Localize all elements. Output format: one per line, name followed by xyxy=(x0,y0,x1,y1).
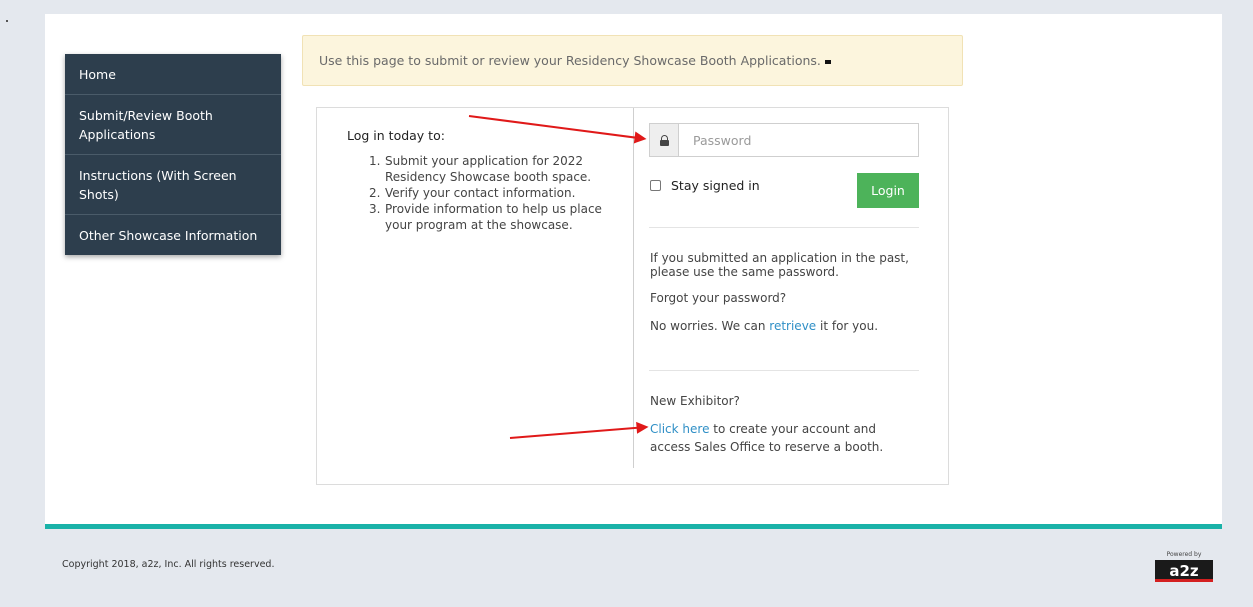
click-here-link[interactable]: Click here xyxy=(650,422,709,436)
step-text: Provide information to help us place you… xyxy=(385,202,602,232)
sidebar-item-instructions[interactable]: Instructions (With Screen Shots) xyxy=(65,155,281,215)
step-text: Submit your application for 2022 Residen… xyxy=(385,154,592,184)
step-text: Verify your contact information. xyxy=(385,186,576,200)
sidebar-item-home[interactable]: Home xyxy=(65,54,281,95)
powered-by-badge[interactable]: Powered by a2z xyxy=(1155,551,1213,582)
retrieve-line: No worries. We can retrieve it for you. xyxy=(650,319,878,333)
sidebar-item-submit-review[interactable]: Submit/Review Booth Applications xyxy=(65,95,281,155)
new-exhibitor-label: New Exhibitor? xyxy=(650,394,740,408)
create-account-text: Click here to create your account and ac… xyxy=(650,420,883,456)
a2z-logo: a2z xyxy=(1155,560,1213,582)
list-item: 2. Verify your contact information. xyxy=(369,185,617,201)
step-number: 1. xyxy=(369,154,381,168)
stay-signed-in-label: Stay signed in xyxy=(671,178,760,193)
retrieve-link[interactable]: retrieve xyxy=(769,319,816,333)
stay-signed-in[interactable]: Stay signed in xyxy=(650,178,760,193)
login-steps-list: 1. Submit your application for 2022 Resid… xyxy=(347,153,617,233)
retrieve-prefix: No worries. We can xyxy=(650,319,770,333)
powered-by-text: Powered by xyxy=(1166,551,1202,558)
footer-accent-bar xyxy=(45,524,1222,529)
step-number: 2. xyxy=(369,186,381,200)
step-number: 3. xyxy=(369,202,381,216)
copyright-text: Copyright 2018, a2z, Inc. All rights res… xyxy=(62,559,275,570)
sidebar-item-other-info[interactable]: Other Showcase Information xyxy=(65,215,281,255)
login-intro: Log in today to: 1. Submit your applicati… xyxy=(347,128,617,233)
retrieve-suffix: it for you. xyxy=(816,319,879,333)
list-item: 1. Submit your application for 2022 Resid… xyxy=(369,153,617,185)
info-notice: Use this page to submit or review your R… xyxy=(302,35,963,86)
forgot-password-text: Forgot your password? xyxy=(650,291,787,305)
past-application-text: If you submitted an application in the p… xyxy=(650,251,909,279)
divider xyxy=(649,227,919,228)
lock-icon xyxy=(659,134,669,146)
list-item: 3. Provide information to help us place y… xyxy=(369,201,617,233)
stay-signed-in-checkbox[interactable] xyxy=(650,180,661,191)
password-addon xyxy=(650,124,679,156)
login-button[interactable]: Login xyxy=(857,173,919,208)
divider xyxy=(649,370,919,371)
password-input[interactable] xyxy=(679,124,918,156)
corner-mark xyxy=(6,20,8,22)
notice-text: Use this page to submit or review your R… xyxy=(319,53,821,68)
column-divider xyxy=(633,108,634,468)
sidebar-nav: Home Submit/Review Booth Applications In… xyxy=(65,54,281,255)
cursor-mark xyxy=(824,59,831,64)
password-field-group xyxy=(649,123,919,157)
page: Home Submit/Review Booth Applications In… xyxy=(0,0,1253,607)
create-account-suffix: to create your account and xyxy=(709,422,877,436)
create-account-line2: access Sales Office to reserve a booth. xyxy=(650,440,884,454)
